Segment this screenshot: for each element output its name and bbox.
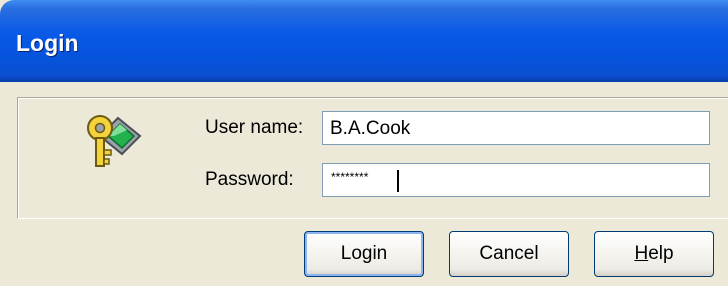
username-field[interactable]: B.A.Cook [322,111,710,145]
help-button[interactable]: Help [594,231,714,277]
username-value: B.A.Cook [330,118,411,139]
window-title: Login [16,30,79,56]
help-label-rest: elp [648,243,674,264]
key-icon [87,115,142,167]
help-mnemonic: H [634,243,649,264]
password-value: ******** [331,170,369,184]
title-bar[interactable]: Login [0,0,728,82]
text-caret [397,170,399,192]
cancel-button[interactable]: Cancel [449,231,569,277]
username-label: User name: [205,117,304,138]
login-dialog: Login User name: B.A.Cook Password: ****… [0,0,728,286]
password-field[interactable]: ******** [322,163,710,197]
password-label: Password: [205,169,294,190]
login-button[interactable]: Login [304,231,424,277]
